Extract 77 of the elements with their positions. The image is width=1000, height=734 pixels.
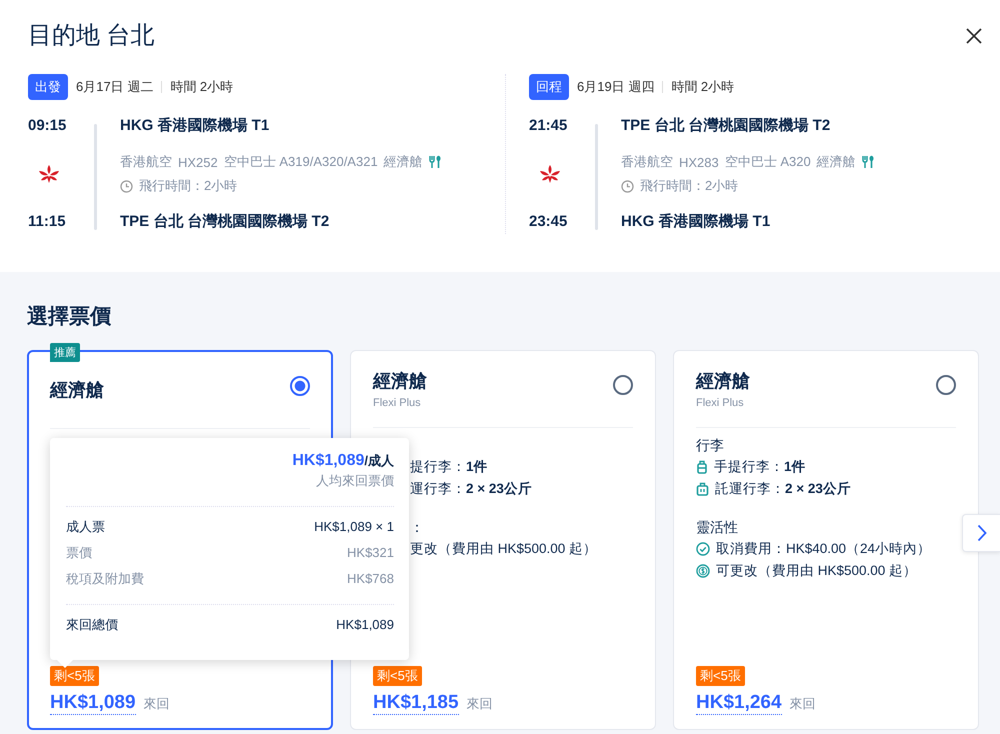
flower-icon [38, 164, 60, 184]
check-circle-icon [696, 542, 710, 556]
airport-name: TPE 台北 台灣桃園國際機場 T2 [120, 212, 330, 232]
price-label: 票價 [66, 544, 92, 562]
radio-button[interactable] [613, 375, 633, 395]
aircraft-type: 空中巴士 A320 [724, 153, 811, 171]
departure-time: 21:45 [529, 116, 568, 136]
section-heading: 靈活性 [696, 519, 738, 535]
fare-subtitle: Flexi Plus [696, 397, 745, 409]
section-heading: ： [410, 519, 424, 535]
airport-name: TPE 台北 台灣桃園國際機場 T2 [621, 116, 832, 136]
leg-duration: 時間 2小時 [671, 78, 734, 96]
availability-tag: 剩<5張 [373, 666, 422, 686]
leg-date: 6月19日 週四 [577, 78, 654, 96]
cabin-class: 經濟艙 [384, 153, 423, 171]
availability-tag: 剩<5張 [696, 666, 745, 686]
suitcase-icon [696, 460, 708, 474]
aircraft-type: 空中巴士 A319/A320/A321 [224, 153, 378, 171]
flight-number: HX252 [178, 154, 218, 170]
section-heading: 行李 [696, 437, 724, 453]
arrival-time: 23:45 [529, 212, 568, 232]
airport-name: HKG 香港國際機場 T1 [120, 116, 270, 136]
policy-text: 託運行李：2 × 23公斤 [715, 480, 851, 498]
availability-tag: 剩<5張 [50, 666, 99, 686]
price-link[interactable]: HK$1,264 [696, 692, 782, 715]
policy-text: 手提行李：1件 [714, 458, 806, 476]
flight-duration: 飛行時間：2小時 [640, 177, 738, 195]
fork-spoon-icon [428, 155, 441, 169]
cabin-title: 經濟艙 [696, 370, 750, 393]
price-value: HK$768 [347, 570, 394, 588]
section-title: 選擇票價 [27, 304, 112, 330]
total-value: HK$1,089 [336, 616, 394, 634]
trip-type: 來回 [790, 695, 816, 713]
tooltip-price: HK$1,089/成人 [292, 452, 394, 470]
flight-duration: 飛行時間：2小時 [139, 177, 238, 195]
price-link[interactable]: HK$1,185 [373, 692, 459, 715]
price-label: 成人票 [66, 518, 105, 536]
policy-text: 提行李：1件 [410, 458, 488, 476]
recommended-tag: 推薦 [50, 343, 80, 362]
leg-date: 6月17日 週二 [76, 78, 154, 96]
price-label: 稅項及附加費 [66, 570, 144, 588]
total-label: 來回總價 [66, 616, 118, 634]
price-link[interactable]: HK$1,089 [50, 692, 136, 715]
fare-subtitle: Flexi Plus [373, 397, 422, 409]
radio-button[interactable] [936, 375, 956, 395]
departure-time: 09:15 [28, 116, 68, 136]
flight-number: HX283 [679, 154, 719, 170]
price-value: HK$321 [347, 544, 394, 562]
cabin-title: 經濟艙 [50, 379, 104, 402]
trip-type: 來回 [144, 695, 170, 713]
cabin-title: 經濟艙 [373, 370, 427, 393]
radio-button[interactable] [290, 376, 310, 396]
policy-text: 運行李：2 × 23公斤 [410, 480, 532, 498]
airline-name: 香港航空 [120, 153, 172, 171]
clock-icon [120, 180, 133, 192]
leg-tag: 回程 [529, 74, 569, 100]
fork-spoon-icon [862, 155, 874, 169]
chevron-right-icon [976, 524, 986, 542]
trip-type: 來回 [466, 695, 493, 713]
arrival-time: 11:15 [28, 212, 67, 232]
policy-text: 更改（費用由 HK$500.00 起） [410, 540, 598, 558]
dollar-icon [696, 564, 710, 578]
page-title: 目的地 台北 [28, 21, 155, 51]
leg-duration: 時間 2小時 [170, 78, 234, 96]
cabin-class: 經濟艙 [816, 153, 856, 171]
price-value: HK$1,089 × 1 [314, 518, 394, 536]
airport-name: HKG 香港國際機場 T1 [621, 212, 772, 232]
close-icon [966, 28, 982, 44]
flower-icon [539, 164, 561, 184]
policy-text: 取消費用：HK$40.00（24小時內） [716, 540, 932, 558]
suitcase-icon [696, 482, 709, 496]
price-note: 人均來回票價 [316, 472, 394, 490]
next-button[interactable] [962, 514, 1000, 552]
clock-icon [621, 180, 634, 192]
leg-tag: 出發 [28, 74, 68, 100]
policy-text: 可更改（費用由 HK$500.00 起） [716, 562, 918, 580]
airline-name: 香港航空 [621, 153, 673, 171]
